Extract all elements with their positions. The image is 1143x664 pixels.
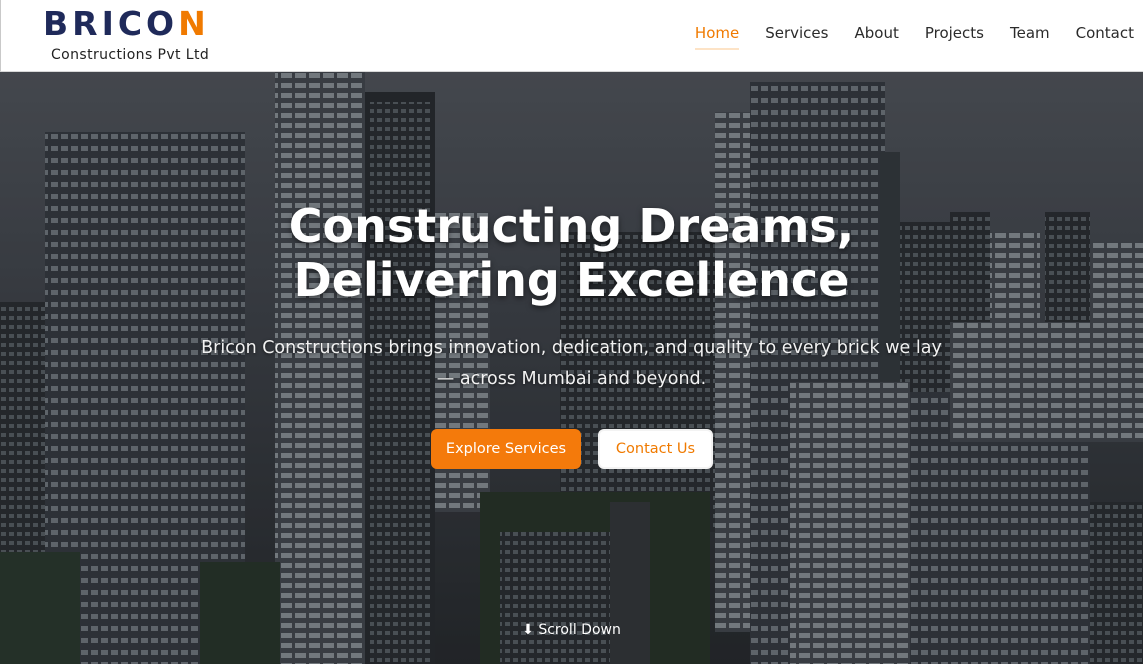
explore-services-button[interactable]: Explore Services [431,429,581,469]
contact-us-button[interactable]: Contact Us [598,429,713,469]
brand-logo[interactable]: BRICON Constructions Pvt Ltd [43,4,233,66]
logo-wordmark: BRICON [43,4,210,43]
nav-projects[interactable]: Projects [925,22,984,50]
site-header: BRICON Constructions Pvt Ltd Home Servic… [0,0,1143,72]
main-nav: Home Services About Projects Team Contac… [669,22,1134,50]
nav-team[interactable]: Team [1010,22,1050,50]
hero-title-line2: Delivering Excellence [293,253,850,307]
nav-contact[interactable]: Contact [1076,22,1134,50]
scroll-down-link[interactable]: ⬇ Scroll Down [0,622,1143,638]
nav-services[interactable]: Services [765,22,828,50]
hero-section: Constructing Dreams, Delivering Excellen… [0,72,1143,664]
hero-subtitle-line1: Bricon Constructions brings innovation, … [201,338,942,358]
logo-subtitle: Constructions Pvt Ltd [51,47,210,63]
nav-about[interactable]: About [854,22,898,50]
hero-title-line1: Constructing Dreams, [288,199,855,253]
nav-home[interactable]: Home [694,22,740,50]
hero-subtitle-line2: — across Mumbai and beyond. [436,369,707,389]
